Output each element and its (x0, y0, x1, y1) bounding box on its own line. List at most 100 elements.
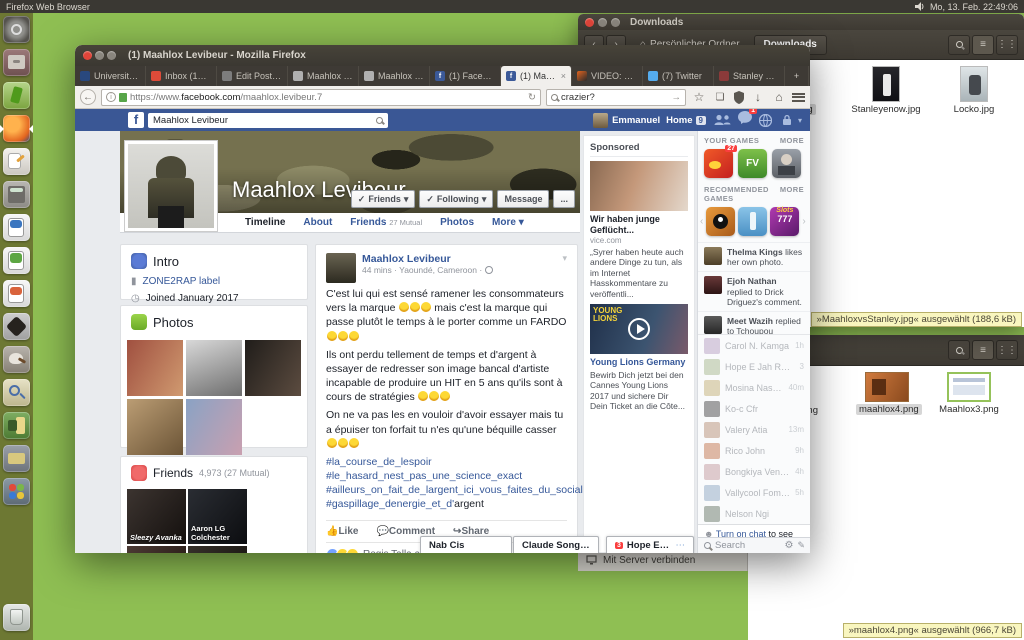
hashtag-link[interactable]: #la_course_de_lespoir (326, 455, 567, 469)
calculator-icon[interactable] (3, 181, 30, 208)
minimize-button[interactable] (598, 18, 607, 27)
profile-picture[interactable] (124, 140, 218, 232)
close-button[interactable] (585, 18, 594, 27)
hashtag-link[interactable]: #le_hasard_nest_pas_une_science_exact (326, 469, 567, 483)
search-engine-icon[interactable] (551, 94, 558, 101)
friends-button[interactable]: ✓ Friends ▾ (351, 190, 416, 208)
account-menu-caret[interactable]: ▾ (798, 116, 802, 125)
libreoffice-writer-icon[interactable] (3, 214, 30, 241)
game-bottle-flip-icon[interactable] (738, 207, 767, 236)
grid-view-icon[interactable]: ⋮⋮ (996, 340, 1018, 360)
text-editor-icon[interactable] (3, 148, 30, 175)
tab-edit-post[interactable]: Edit Post ‹ Ca... (217, 66, 288, 86)
grid-view-icon[interactable]: ⋮⋮ (996, 35, 1018, 55)
photo-thumb[interactable] (186, 340, 242, 396)
following-button[interactable]: ✓ Following ▾ (419, 190, 493, 208)
chat-contact[interactable]: Vallycool Fominyam5h (698, 482, 810, 503)
play-icon[interactable] (628, 318, 650, 340)
downloads-titlebar[interactable]: Downloads (578, 14, 1024, 30)
file-maahlox3[interactable]: Maahlox3.png (936, 372, 1002, 415)
download-icon[interactable]: ↓ (750, 90, 766, 104)
minimize-button[interactable] (95, 51, 104, 60)
friend-tile[interactable]: Aaron LG Colchester (188, 489, 247, 544)
settings-gear-icon[interactable]: ⚙ (784, 540, 793, 551)
photo-thumb[interactable] (245, 340, 301, 396)
chat-contact[interactable]: Rico John9h (698, 440, 810, 461)
photo-thumb[interactable] (186, 399, 242, 455)
ticker-item[interactable]: Ejoh Nathan replied to Drick Driguez's c… (698, 271, 810, 311)
file-stanleyenow[interactable]: Stanleyenow.jpg (850, 66, 922, 115)
tab-inbox[interactable]: Inbox (123)... (146, 66, 217, 86)
chat-tab-claude-songue[interactable]: Claude Songue (513, 536, 599, 553)
tab-timeline[interactable]: Timeline (245, 217, 285, 228)
ticker-item[interactable]: Meet Wazih replied to Tchoupou Achile's … (698, 311, 810, 334)
profile-link[interactable]: Emmanuel (612, 115, 660, 126)
more-link[interactable]: MORE (780, 185, 804, 203)
list-view-icon[interactable]: ≡ (972, 340, 994, 360)
ad-video[interactable]: YOUNGLIONS (590, 304, 688, 354)
ad-image[interactable] (590, 161, 688, 211)
messages-icon[interactable]: 1 (738, 111, 752, 129)
chat-contact[interactable]: Ko-c Cfr (698, 398, 810, 419)
friend-tile[interactable]: Belva Essiace (127, 546, 186, 553)
tab-friends[interactable]: Friends 27 Mutual (350, 217, 422, 228)
notifications-globe-icon[interactable] (759, 114, 772, 127)
comment-button[interactable]: 💬Comment (376, 526, 435, 537)
carousel-right-icon[interactable]: › (802, 216, 805, 227)
post-collapse-icon[interactable]: ▾ (562, 253, 567, 283)
home-link[interactable]: Home (666, 115, 692, 126)
like-button[interactable]: 👍Like (326, 526, 358, 537)
libreoffice-impress-icon[interactable] (3, 280, 30, 307)
share-button[interactable]: ↪Share (453, 526, 489, 537)
trash-icon[interactable] (3, 604, 30, 631)
game-candy-crush-icon[interactable]: 27 (704, 149, 733, 178)
new-tab-button[interactable]: + (785, 66, 809, 86)
game-slots-icon[interactable]: Slots777 (770, 207, 799, 236)
pocket-icon[interactable]: ❏ (712, 92, 728, 103)
ticker-item[interactable]: Thelma Kings likes her own photo. (698, 242, 810, 271)
panel-clock[interactable]: Mo, 13. Feb. 22:49:06 (930, 2, 1018, 12)
hashtag-link[interactable]: #gaspillage_denergie_et_d' (326, 498, 454, 510)
chat-tab-hope[interactable]: 3Hope E Jah Rasta...⋯ (606, 536, 694, 553)
maximize-button[interactable] (107, 51, 116, 60)
tab-facebook[interactable]: f(1) Facebook (430, 66, 501, 86)
maximize-button[interactable] (611, 18, 620, 27)
search-icon[interactable] (948, 340, 970, 360)
chat-contact[interactable]: Nelson Ngi (698, 503, 810, 524)
back-button[interactable]: ← (80, 89, 96, 105)
system-monitor-icon[interactable] (3, 82, 30, 109)
list-view-icon[interactable]: ≡ (972, 35, 994, 55)
game-topeleven-icon[interactable] (772, 149, 801, 178)
menu-icon[interactable] (792, 93, 805, 102)
chat-tab-nab-cis[interactable]: Nab Cis (420, 536, 512, 553)
gimp-icon[interactable] (3, 346, 30, 373)
message-button[interactable]: Message (497, 190, 549, 208)
inkscape-icon[interactable] (3, 313, 30, 340)
home-icon[interactable]: ⌂ (771, 90, 787, 104)
chat-contact[interactable]: Mosina Nasako40m (698, 377, 810, 398)
search-icon[interactable] (948, 35, 970, 55)
map-search-icon[interactable] (3, 379, 30, 406)
go-arrow-icon[interactable]: → (672, 92, 682, 103)
shield-icon[interactable] (733, 91, 745, 104)
tab-video[interactable]: VIDEO: P-S... (572, 66, 643, 86)
ad-title[interactable]: Wir haben junge Geflücht... (590, 214, 688, 236)
tab-stanley[interactable]: Stanley Eno... (714, 66, 785, 86)
avatar[interactable] (593, 113, 608, 128)
tab-universitaet[interactable]: Universität... (75, 66, 146, 86)
post-author[interactable]: Maahlox Levibeur (362, 253, 556, 265)
reload-icon[interactable]: ↻ (528, 92, 536, 103)
firefox-icon[interactable] (3, 115, 30, 142)
close-tab-icon[interactable]: × (561, 71, 566, 81)
file-maahlox4[interactable]: maahlox4.png (856, 372, 918, 415)
chat-contact[interactable]: Valery Atia13m (698, 419, 810, 440)
file-locko[interactable]: Locko.jpg (938, 66, 1010, 115)
tab-maahlox-2[interactable]: Maahlox Ques... (359, 66, 430, 86)
game-farmville-icon[interactable]: FV (738, 149, 767, 178)
chat-contact[interactable]: Carol N. Kamga1h (698, 335, 810, 356)
gps-navigator-icon[interactable] (3, 412, 30, 439)
info-icon[interactable]: i (106, 92, 116, 102)
friend-tile[interactable] (188, 546, 247, 553)
more-options-button[interactable]: ... (553, 190, 575, 208)
tab-about[interactable]: About (303, 217, 332, 228)
